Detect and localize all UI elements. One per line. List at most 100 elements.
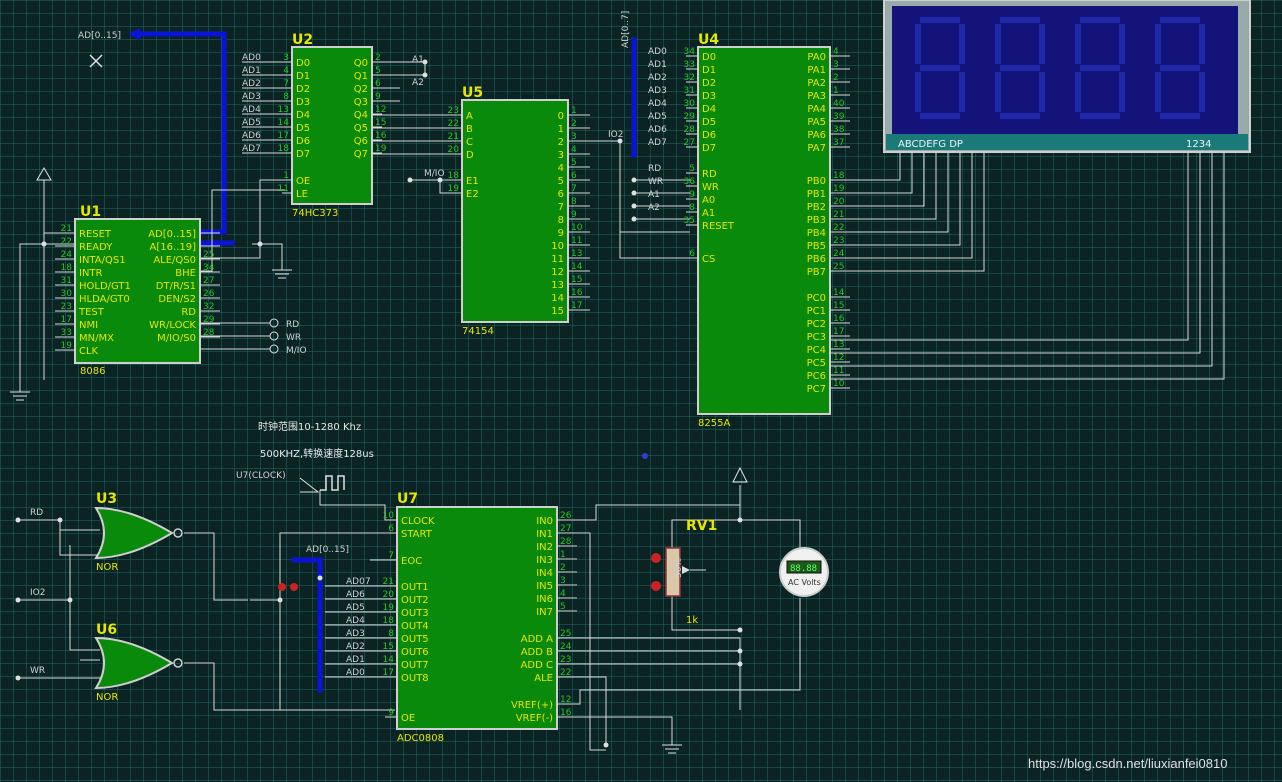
net-label-a1: A1 [412,55,424,65]
bus-label-ad-top: AD[0..15] [78,31,121,41]
u5-pin-name: A [466,111,473,122]
u4-pin-name: PB5 [807,241,826,252]
u7-pin-number: 18 [383,616,395,626]
u4-pin-name: PB7 [807,267,826,278]
u7-pin-number: 19 [383,603,395,613]
u2-pin-name: Q6 [354,136,368,147]
net-label-rd-left: RD [30,508,43,518]
u7-pin-number: 7 [388,551,394,561]
u7-pin-number: 12 [560,695,571,705]
u2-pin-name: Q4 [354,110,368,121]
u4-pin-number: 8 [689,203,695,213]
u1-pin-name: M/IO/S0 [157,333,196,344]
ref-u6: U6 [96,622,117,638]
u4-pin-number: 10 [833,379,845,389]
u4-pin-name: D6 [702,130,716,141]
u5-pin-name: 15 [551,306,564,317]
schematic-canvas[interactable]: AD[0..15] AD[0..7] AD[0..15] ABCDEFG DP … [0,0,1282,782]
u2-pin-number: 15 [375,118,386,128]
u4-pin-name: PB2 [807,202,826,213]
u5-pin-number: 1 [571,106,577,116]
part-u5: 74154 [462,326,494,337]
u4-pin-name: PB0 [807,176,826,187]
u2-pin-name: D7 [296,149,310,160]
u5-pin-number: 23 [448,106,459,116]
u4-pin-name: PA5 [807,117,826,128]
u5-pin-number: 11 [571,236,582,246]
u5-pin-name: 8 [558,215,564,226]
u5-pin-name: 9 [558,228,564,239]
u2-pin-name: D0 [296,58,310,69]
u4-pin-name: PA2 [807,78,826,89]
u7-pin-name: IN6 [536,594,553,605]
u5-pin-name: 12 [551,267,564,278]
u4-pin-number: 20 [833,197,845,207]
u1-pin-number: 25 [203,250,214,260]
u2-pin-name: Q5 [354,123,368,134]
u4-net-label: AD2 [648,73,667,83]
u5-pin-name: 6 [558,189,564,200]
u4-pin-name: D0 [702,52,716,63]
u4-net-label: RD [648,164,661,174]
u4-pin-name: PC1 [807,306,826,317]
u4-net-label: AD3 [648,86,667,96]
u4-pin-number: 35 [684,216,695,226]
u7-pin-number: 15 [383,642,394,652]
u5-pin-name: 10 [551,241,564,252]
u5-pin-name: 2 [558,137,564,148]
u4-pin-name: D2 [702,78,716,89]
u2-net-label: AD7 [242,144,261,154]
u7-pin-name: OE [401,713,415,724]
ref-u1: U1 [80,204,101,220]
u4-pin-name: PA4 [807,104,826,115]
u4-pin-number: 16 [833,314,845,324]
u5-pin-number: 4 [571,145,577,155]
u4-pin-name: PA1 [807,65,826,76]
u5-pin-number: 8 [571,197,577,207]
u4-net-label: AD7 [648,138,667,148]
u4-pin-number: 9 [689,190,695,200]
u5-pin-name: 14 [551,293,564,304]
u7-net-label: AD3 [346,629,365,639]
u7-pin-number: 9 [388,708,394,718]
u2-pin-number: 11 [278,184,289,194]
net-label-wr-left: WR [30,666,45,676]
net-label-clock-src: U7(CLOCK) [236,471,286,481]
u5-pin-number: 14 [571,262,583,272]
u1-pin-number: 30 [61,289,73,299]
u4-pin-number: 21 [833,210,844,220]
u2-pin-name: D3 [296,97,310,108]
u7-pin-number: 8 [388,629,394,639]
u7-pin-name: ADD A [521,634,553,645]
ref-u7: U7 [397,491,418,507]
u4-pin-name: A0 [702,195,715,206]
u4-pin-name: RD [702,169,717,180]
seven-segment-display[interactable] [883,0,1251,153]
u4-pin-number: 37 [833,138,844,148]
u4-pin-number: 4 [833,47,839,57]
u4-pin-name: D3 [702,91,716,102]
u2-pin-number: 14 [278,118,290,128]
ref-u2: U2 [292,32,313,48]
u7-pin-number: 24 [560,642,572,652]
u7-pin-name: OUT1 [401,582,429,593]
net-label-io2-left: IO2 [30,588,45,598]
ref-rv1: RV1 [686,518,717,534]
u5-pin-name: 11 [551,254,564,265]
net-label-a2: A2 [412,78,424,88]
u2-pin-number: 9 [375,92,381,102]
u7-pin-number: 22 [560,668,571,678]
bus-label-ad-u4: AD[0..7] [621,11,631,48]
part-u7: ADC0808 [397,733,444,744]
u5-pin-name: 3 [558,150,564,161]
u5-pin-number: 17 [571,301,582,311]
u7-pin-name: IN0 [536,516,553,527]
u7-pin-name: VREF(-) [516,713,553,724]
u4-pin-name: PB1 [807,189,826,200]
u7-pin-number: 17 [383,668,394,678]
u4-pin-name: A1 [702,208,715,219]
part-u4: 8255A [698,418,730,429]
u7-pin-number: 25 [560,629,571,639]
u5-pin-name: E1 [466,176,479,187]
voltmeter-reading: 88.88 [790,564,817,574]
